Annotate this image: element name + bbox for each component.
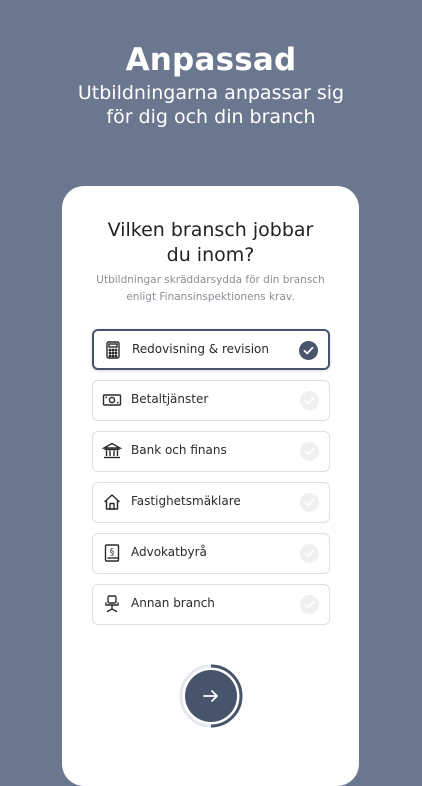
- checkmark-icon: [300, 544, 319, 563]
- checkmark-icon: [299, 341, 318, 360]
- industry-options: Redovisning & revision Betaltjänster Ban…: [92, 329, 330, 635]
- option-label: Fastighetsmäklare: [131, 494, 241, 508]
- card-subtitle-line: Utbildningar skräddarsydda för din brans…: [96, 274, 325, 286]
- hero-subtitle-line: Utbildningarna anpassar sig: [77, 82, 345, 104]
- bank-icon: [102, 441, 122, 461]
- card-title-line: Vilken bransch jobbar: [107, 219, 314, 241]
- option-betaltjanster[interactable]: Betaltjänster: [92, 380, 330, 421]
- option-label: Advokatbyrå: [131, 545, 207, 559]
- hero-subtitle-line: för dig och din branch: [106, 106, 316, 128]
- office-chair-icon: [102, 594, 122, 614]
- checkmark-icon: [300, 595, 319, 614]
- industry-card: Vilken bransch jobbar du inom? Utbildnin…: [62, 186, 359, 786]
- card-subtitle-line: enligt Finansinspektionens krav.: [126, 291, 295, 303]
- card-subtitle: Utbildningar skräddarsydda för din brans…: [80, 272, 341, 306]
- card-title-line: du inom?: [166, 244, 255, 266]
- calculator-icon: [103, 340, 123, 360]
- hero-title: Anpassad: [125, 42, 297, 78]
- option-annan-branch[interactable]: Annan branch: [92, 584, 330, 625]
- option-fastighetsmaklare[interactable]: Fastighetsmäklare: [92, 482, 330, 523]
- option-label: Betaltjänster: [131, 392, 209, 406]
- option-label: Redovisning & revision: [132, 342, 269, 356]
- arrow-right-icon: [203, 690, 218, 702]
- next-button[interactable]: [185, 670, 237, 722]
- option-advokatbyra[interactable]: § Advokatbyrå: [92, 533, 330, 574]
- option-bank-och-finans[interactable]: Bank och finans: [92, 431, 330, 472]
- checkmark-icon: [300, 442, 319, 461]
- option-label: Bank och finans: [131, 443, 227, 457]
- hero-subtitle: Utbildningarna anpassar sig för dig och …: [0, 81, 422, 129]
- svg-text:§: §: [110, 548, 115, 558]
- card-title: Vilken bransch jobbar du inom?: [62, 218, 359, 268]
- checkmark-icon: [300, 391, 319, 410]
- law-book-icon: §: [102, 543, 122, 563]
- checkmark-icon: [300, 493, 319, 512]
- next-step-control: [179, 664, 243, 728]
- option-redovisning[interactable]: Redovisning & revision: [92, 329, 330, 370]
- option-label: Annan branch: [131, 596, 215, 610]
- house-icon: [102, 492, 122, 512]
- banknote-icon: [102, 390, 122, 410]
